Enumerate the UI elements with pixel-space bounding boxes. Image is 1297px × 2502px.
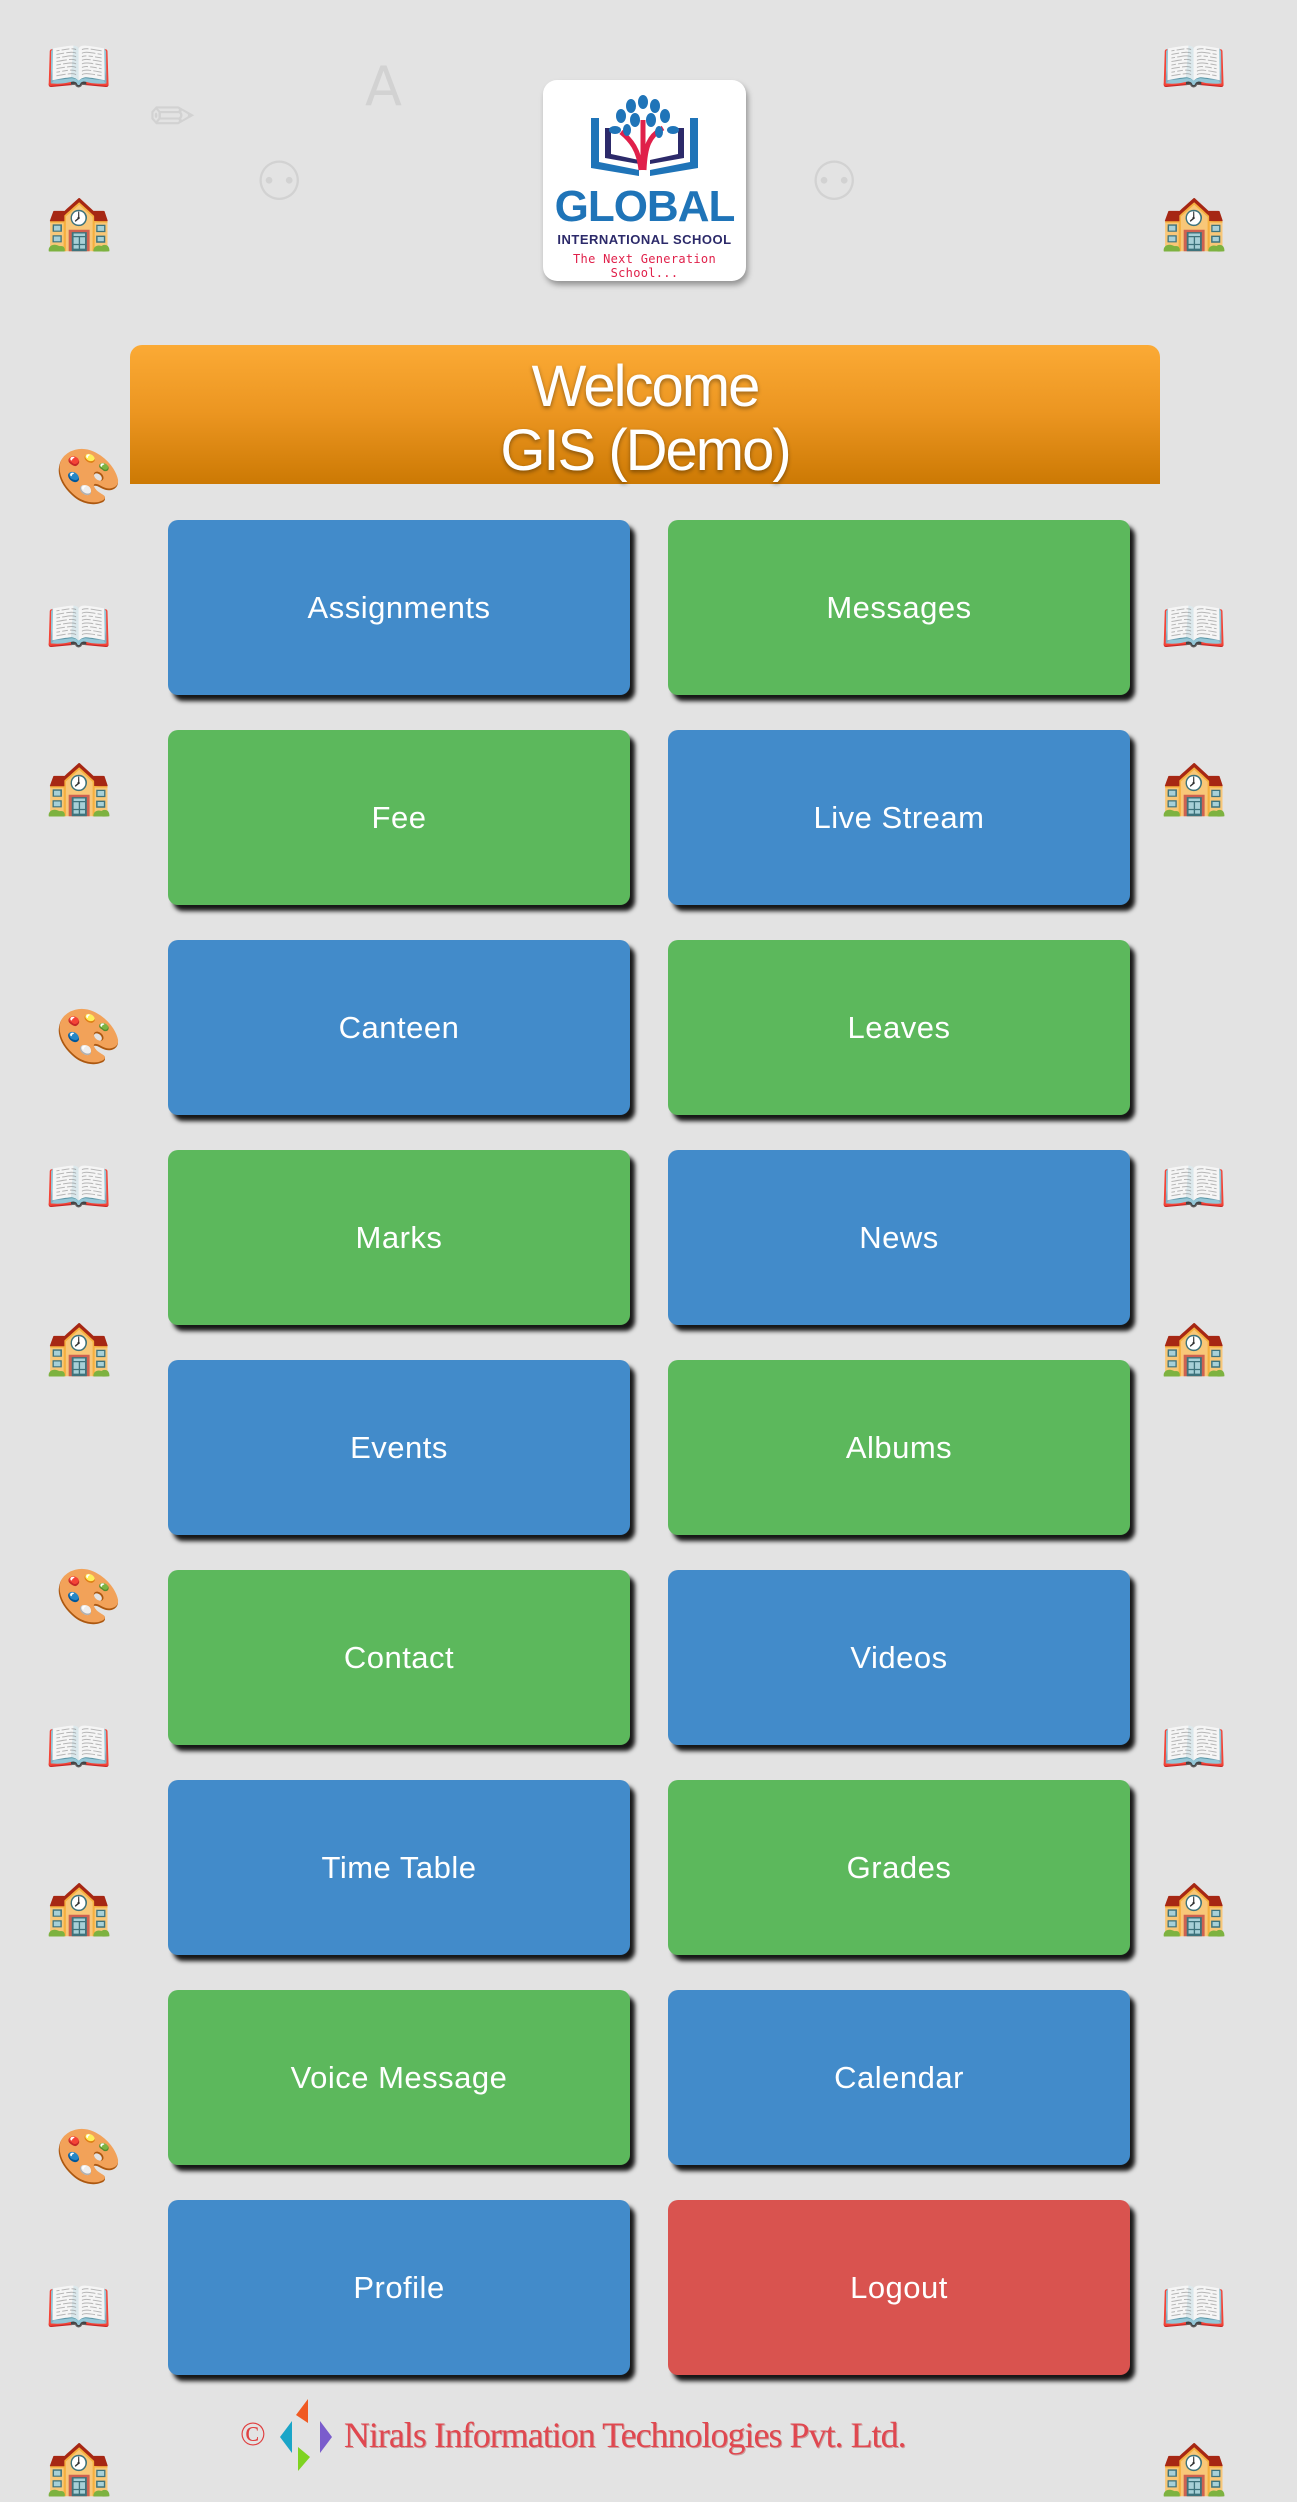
assignments-label: Assignments xyxy=(307,589,491,625)
school-building-icon: 🏫 xyxy=(1160,2435,1228,2498)
grades-label: Grades xyxy=(846,1849,952,1885)
book-icon: 📖 xyxy=(1160,35,1228,98)
compass-icon: A xyxy=(365,55,402,118)
logo-subtitle: INTERNATIONAL SCHOOL xyxy=(557,232,732,247)
welcome-title: Welcome xyxy=(531,354,761,419)
book-icon: 📖 xyxy=(45,2275,113,2338)
company-name: Nirals Information Technologies Pvt. Ltd… xyxy=(343,2415,907,2455)
news-label: News xyxy=(859,1219,939,1255)
events-label: Events xyxy=(350,1429,448,1465)
time-table-label: Time Table xyxy=(321,1849,477,1885)
videos-label: Videos xyxy=(850,1639,948,1675)
palette-icon: 🎨 xyxy=(55,1005,123,1068)
profile-label: Profile xyxy=(353,2269,445,2305)
albums-label: Albums xyxy=(845,1429,953,1465)
marks-label: Marks xyxy=(355,1219,443,1255)
contact-button[interactable]: Contact xyxy=(168,1570,630,1745)
book-icon: 📖 xyxy=(1160,595,1228,658)
canteen-label: Canteen xyxy=(338,1009,460,1045)
palette-icon: 🎨 xyxy=(55,445,123,508)
children-icon: ⚇ xyxy=(810,150,859,213)
assignments-button[interactable]: Assignments xyxy=(168,520,630,695)
logout-button[interactable]: Logout xyxy=(668,2200,1130,2375)
school-building-icon: 🏫 xyxy=(1160,755,1228,818)
live-stream-button[interactable]: Live Stream xyxy=(668,730,1130,905)
logo-brand-text: GLOBAL xyxy=(554,182,736,231)
calendar-button[interactable]: Calendar xyxy=(668,1990,1130,2165)
school-building-icon: 🏫 xyxy=(1160,190,1228,253)
messages-label: Messages xyxy=(826,589,972,625)
news-button[interactable]: News xyxy=(668,1150,1130,1325)
contact-label: Contact xyxy=(343,1639,455,1675)
book-icon: 📖 xyxy=(1160,2275,1228,2338)
book-icon: 📖 xyxy=(45,35,113,98)
leaves-label: Leaves xyxy=(847,1009,951,1045)
welcome-banner: Welcome GIS (Demo) xyxy=(130,345,1160,484)
messages-button[interactable]: Messages xyxy=(668,520,1130,695)
events-button[interactable]: Events xyxy=(168,1360,630,1535)
school-building-icon: 🏫 xyxy=(1160,1875,1228,1938)
book-icon: 📖 xyxy=(45,1715,113,1778)
voice-message-button[interactable]: Voice Message xyxy=(168,1990,630,2165)
school-logo: GLOBAL INTERNATIONAL SCHOOL The Next Gen… xyxy=(543,80,746,281)
logo-tagline: The Next Generation School... xyxy=(573,252,716,280)
school-building-icon: 🏫 xyxy=(45,755,113,818)
profile-button[interactable]: Profile xyxy=(168,2200,630,2375)
videos-button[interactable]: Videos xyxy=(668,1570,1130,1745)
book-icon: 📖 xyxy=(1160,1155,1228,1218)
fee-button[interactable]: Fee xyxy=(168,730,630,905)
fee-label: Fee xyxy=(371,799,427,835)
leaves-button[interactable]: Leaves xyxy=(668,940,1130,1115)
grades-button[interactable]: Grades xyxy=(668,1780,1130,1955)
marks-button[interactable]: Marks xyxy=(168,1150,630,1325)
children-icon: ⚇ xyxy=(255,150,304,213)
school-building-icon: 🏫 xyxy=(45,1875,113,1938)
school-building-icon: 🏫 xyxy=(1160,1315,1228,1378)
logout-label: Logout xyxy=(850,2269,948,2305)
school-name: GIS (Demo) xyxy=(500,418,791,483)
calendar-label: Calendar xyxy=(834,2059,964,2095)
palette-icon: 🎨 xyxy=(55,2125,123,2188)
tree-book-icon xyxy=(591,95,698,176)
time-table-button[interactable]: Time Table xyxy=(168,1780,630,1955)
school-building-icon: 🏫 xyxy=(45,190,113,253)
pencil-icon: ✏ xyxy=(150,85,196,148)
school-building-icon: 🏫 xyxy=(45,2435,113,2498)
palette-icon: 🎨 xyxy=(55,1565,123,1628)
school-building-icon: 🏫 xyxy=(45,1315,113,1378)
voice-message-label: Voice Message xyxy=(290,2059,508,2095)
albums-button[interactable]: Albums xyxy=(668,1360,1130,1535)
book-icon: 📖 xyxy=(1160,1715,1228,1778)
book-icon: 📖 xyxy=(45,1155,113,1218)
book-icon: 📖 xyxy=(45,595,113,658)
company-logo-icon xyxy=(279,2399,332,2471)
live-stream-label: Live Stream xyxy=(813,799,985,835)
footer: © Nirals Information Technologies Pvt. L… xyxy=(240,2395,1000,2475)
canteen-button[interactable]: Canteen xyxy=(168,940,630,1115)
copyright-symbol: © xyxy=(240,2416,266,2453)
